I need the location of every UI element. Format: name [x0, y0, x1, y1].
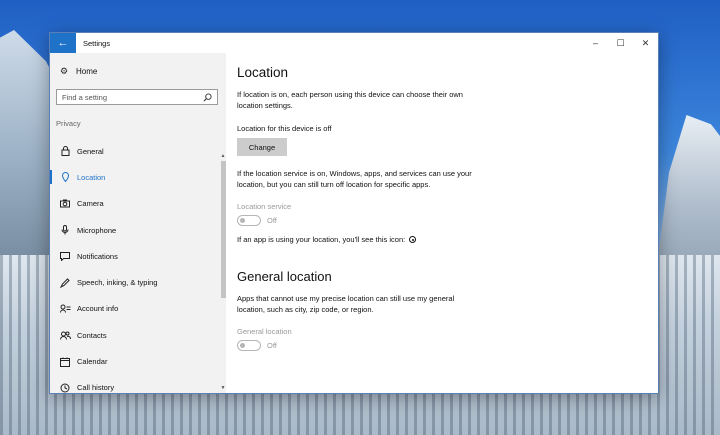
location-service-label: Location service [237, 202, 292, 211]
main-content: Location If location is on, each person … [226, 53, 658, 393]
general-location-toggle-row: Off [237, 340, 658, 351]
toggle-knob [240, 217, 245, 223]
toggle-knob [240, 342, 245, 348]
close-icon: ✕ [641, 37, 650, 48]
camera-icon [59, 198, 71, 210]
location-service-toggle[interactable] [237, 215, 261, 226]
scroll-up-arrow[interactable]: ▲ [220, 153, 226, 159]
minimize-icon: – [592, 38, 598, 48]
sidebar-item-label: General [77, 146, 104, 156]
page-title: Location [237, 65, 289, 80]
back-button[interactable]: ← [50, 33, 76, 53]
sidebar-item-calendar[interactable]: Calendar [50, 348, 226, 374]
scroll-down-arrow[interactable]: ▼ [220, 385, 226, 391]
location-service-toggle-row: Off [237, 215, 658, 226]
sidebar-item-label: Speech, inking, & typing [77, 278, 158, 288]
sidebar-item-contacts[interactable]: Contacts [50, 322, 226, 348]
sidebar-scrollbar-thumb[interactable] [221, 161, 226, 298]
location-intro: If location is on, each person using thi… [237, 90, 463, 110]
contacts-icon [59, 329, 71, 341]
general-location-label: General location [237, 327, 292, 336]
sidebar-item-label: Location [77, 172, 106, 182]
settings-window: ← Settings – ☐ ✕ ⚙ Home Find a setting P… [49, 32, 659, 394]
sidebar-item-general[interactable]: General [50, 138, 226, 164]
general-location-state: Off [267, 341, 277, 350]
sidebar-item-location[interactable]: Location [50, 164, 226, 190]
maximize-icon: ☐ [616, 37, 625, 48]
sidebar-item-label: Account info [77, 304, 119, 314]
title-bar[interactable]: ← Settings – ☐ ✕ [50, 33, 658, 53]
sidebar-item-account-info[interactable]: Account info [50, 296, 226, 322]
location-icon-note-text: If an app is using your location, you'll… [237, 235, 406, 244]
general-location-description: Apps that cannot use my precise location… [237, 294, 455, 314]
arrow-left-icon: ← [57, 37, 69, 49]
call-history-icon [59, 382, 71, 393]
sidebar-item-call-history[interactable]: Call history [50, 375, 226, 393]
window-title: Settings [83, 38, 111, 48]
minimize-button[interactable]: – [583, 33, 608, 53]
sidebar-nav: General Location Camera Microphone Notif… [50, 138, 226, 393]
general-location-title: General location [237, 269, 332, 284]
notifications-icon [59, 250, 71, 262]
location-icon-note: If an app is using your location, you'll… [237, 235, 658, 244]
location-in-use-icon [409, 236, 417, 243]
general-location-toggle[interactable] [237, 340, 261, 351]
sidebar-home[interactable]: ⚙ Home [50, 60, 226, 82]
calendar-icon [59, 356, 71, 368]
lock-icon [59, 145, 71, 157]
account-info-icon [59, 303, 71, 315]
sidebar-item-speech-inking-typing[interactable]: Speech, inking, & typing [50, 269, 226, 295]
search-input[interactable]: Find a setting [56, 89, 218, 105]
location-icon [59, 171, 71, 183]
maximize-button[interactable]: ☐ [608, 33, 633, 53]
sidebar-item-notifications[interactable]: Notifications [50, 243, 226, 269]
sidebar-home-label: Home [76, 66, 98, 76]
sidebar-item-label: Notifications [77, 251, 118, 261]
change-button[interactable]: Change [237, 138, 287, 156]
sidebar-item-camera[interactable]: Camera [50, 191, 226, 217]
close-button[interactable]: ✕ [633, 33, 658, 53]
speech-icon [59, 277, 71, 289]
sidebar-item-label: Call history [77, 383, 115, 393]
sidebar-item-label: Camera [77, 199, 104, 209]
location-service-description: If the location service is on, Windows, … [237, 169, 472, 189]
sidebar-item-microphone[interactable]: Microphone [50, 217, 226, 243]
window-body: ⚙ Home Find a setting Privacy General Lo… [50, 53, 658, 393]
microphone-icon [59, 224, 71, 236]
sidebar-item-label: Contacts [77, 330, 107, 340]
gear-icon: ⚙ [59, 65, 69, 76]
sidebar-item-label: Calendar [77, 357, 108, 367]
device-location-status: Location for this device is off [237, 124, 332, 133]
search-icon [203, 92, 212, 101]
sidebar-item-label: Microphone [77, 225, 117, 235]
search-placeholder: Find a setting [62, 92, 108, 102]
location-service-state: Off [267, 216, 277, 225]
sidebar-section-label: Privacy [56, 119, 81, 128]
window-controls: – ☐ ✕ [583, 33, 658, 53]
sidebar: ⚙ Home Find a setting Privacy General Lo… [50, 53, 226, 393]
